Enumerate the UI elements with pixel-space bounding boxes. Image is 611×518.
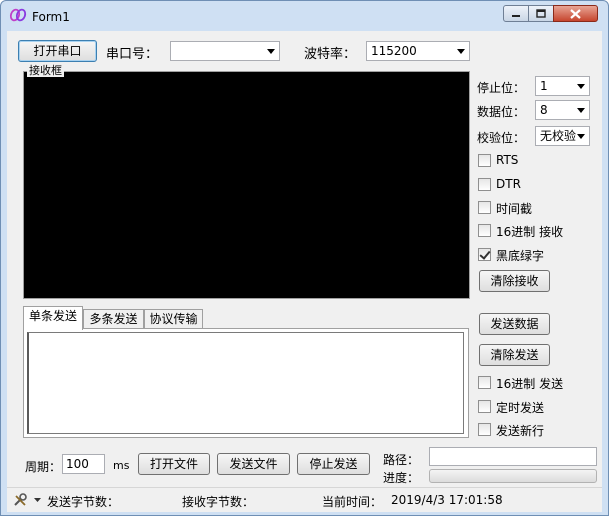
minimize-icon — [512, 14, 520, 17]
current-time-label: 当前时间： — [322, 495, 383, 509]
hex-send-checkbox[interactable] — [478, 376, 491, 389]
timestamp-label: 时间截 — [496, 202, 533, 216]
stop-send-button[interactable]: 停止发送 — [297, 453, 370, 475]
open-port-button[interactable]: 打开串口 — [18, 40, 97, 62]
hex-send-label: 16进制 发送 — [496, 377, 564, 391]
send-bytes-label: 发送字节数： — [47, 495, 120, 509]
data-bits-select[interactable]: 8 — [535, 100, 590, 120]
chevron-down-icon — [577, 134, 585, 139]
black-green-label: 黑底绿字 — [496, 249, 545, 263]
stop-bits-value: 1 — [540, 79, 548, 93]
close-icon — [570, 8, 581, 19]
app-loop-icon — [9, 8, 27, 22]
parity-value: 无校验 — [540, 129, 577, 143]
title-bar[interactable]: Form1 — [1, 1, 608, 31]
close-button[interactable] — [553, 5, 598, 22]
chevron-down-icon[interactable] — [34, 498, 41, 503]
progress-label: 进度： — [383, 471, 420, 485]
current-time-value: 2019/4/3 17:01:58 — [391, 493, 503, 507]
timed-send-label: 定时发送 — [496, 401, 545, 415]
port-select[interactable] — [170, 41, 280, 61]
period-value: 100 — [66, 457, 89, 471]
minimize-button[interactable] — [503, 5, 529, 22]
main-window: Form1 打开串口 串口号： 波特率： 115200 接收框 停止位： 1 数… — [0, 0, 609, 516]
timestamp-checkbox[interactable] — [478, 201, 491, 214]
send-data-button[interactable]: 发送数据 — [479, 313, 550, 335]
window-title: Form1 — [32, 10, 70, 24]
maximize-button[interactable] — [528, 5, 554, 22]
stop-bits-select[interactable]: 1 — [535, 76, 590, 96]
tab-multi-send[interactable]: 多条发送 — [83, 309, 144, 329]
newline-checkbox[interactable] — [478, 423, 491, 436]
chevron-down-icon — [267, 49, 275, 54]
maximize-icon — [536, 9, 546, 18]
newline-label: 发送新行 — [496, 424, 545, 438]
hex-receive-label: 16进制 接收 — [496, 225, 564, 239]
receive-group-label: 接收框 — [27, 64, 64, 77]
clear-receive-button[interactable]: 清除接收 — [479, 270, 550, 292]
rts-label: RTS — [496, 153, 519, 167]
tab-single-send[interactable]: 单条发送 — [23, 306, 83, 330]
tab-protocol[interactable]: 协议传输 — [144, 309, 203, 329]
baud-label: 波特率： — [304, 47, 357, 62]
dtr-label: DTR — [496, 177, 521, 191]
status-bar: 发送字节数： 接收字节数： 当前时间： 2019/4/3 17:01:58 — [7, 487, 602, 512]
data-bits-value: 8 — [540, 103, 548, 117]
chevron-down-icon — [457, 49, 465, 54]
client-area: 打开串口 串口号： 波特率： 115200 接收框 停止位： 1 数据位： 8 … — [7, 31, 602, 487]
path-input[interactable] — [429, 447, 597, 466]
path-label: 路径： — [383, 453, 420, 467]
chevron-down-icon — [577, 108, 585, 113]
dtr-checkbox[interactable] — [478, 178, 491, 191]
progress-bar — [429, 469, 597, 483]
parity-label: 校验位： — [477, 131, 526, 145]
receive-box[interactable] — [23, 71, 470, 299]
send-file-button[interactable]: 发送文件 — [217, 453, 290, 475]
tools-icon[interactable] — [13, 493, 28, 507]
receive-bytes-label: 接收字节数： — [182, 495, 255, 509]
clear-send-button[interactable]: 清除发送 — [479, 344, 550, 366]
stop-bits-label: 停止位： — [477, 81, 526, 95]
baud-select[interactable]: 115200 — [366, 41, 470, 61]
data-bits-label: 数据位： — [477, 105, 526, 119]
hex-receive-checkbox[interactable] — [478, 224, 491, 237]
parity-select[interactable]: 无校验 — [535, 126, 590, 146]
period-unit: ms — [113, 459, 130, 472]
baud-value: 115200 — [371, 44, 417, 58]
port-label: 串口号： — [106, 47, 159, 62]
period-label: 周期： — [25, 460, 62, 474]
chevron-down-icon — [577, 84, 585, 89]
send-panel — [23, 328, 469, 438]
black-green-checkbox[interactable] — [478, 248, 491, 261]
period-input[interactable]: 100 — [62, 454, 105, 474]
send-textarea[interactable] — [27, 332, 464, 434]
open-file-button[interactable]: 打开文件 — [138, 453, 210, 475]
timed-send-checkbox[interactable] — [478, 400, 491, 413]
rts-checkbox[interactable] — [478, 154, 491, 167]
